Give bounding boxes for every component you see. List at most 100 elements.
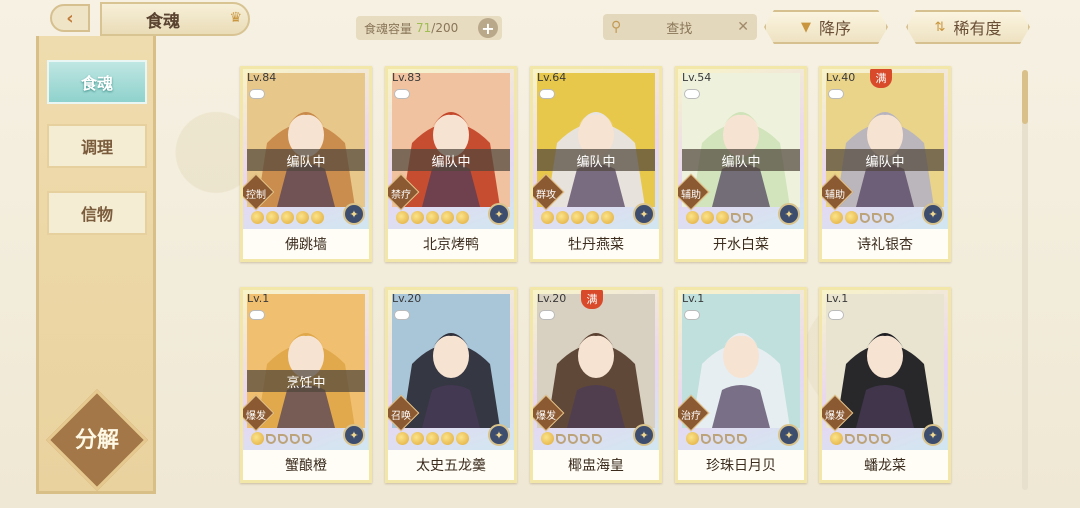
food-soul-card[interactable]: Lv.1 爆发 ✦ 蟠龙菜 [819, 287, 951, 483]
star-rating [541, 432, 602, 445]
status-label: 编队中 [537, 149, 655, 171]
chat-bubble-icon[interactable] [394, 310, 410, 320]
scrollbar[interactable] [1022, 70, 1028, 490]
rarity-medal-icon: ✦ [778, 203, 800, 225]
food-soul-card[interactable]: Lv.20 召唤 ✦ 太史五龙羹 [385, 287, 517, 483]
role-label: 爆发 [246, 411, 266, 422]
add-capacity-button[interactable]: + [478, 18, 498, 38]
star-icon [278, 434, 288, 444]
card-name: 诗礼银杏 [822, 229, 948, 259]
role-label: 群攻 [536, 190, 556, 201]
star-icon [860, 213, 870, 223]
role-label: 治疗 [681, 411, 701, 422]
star-rating [541, 211, 614, 224]
star-icon [441, 432, 454, 445]
search-input[interactable]: ⚲ 查找 ✕ [603, 14, 757, 40]
food-soul-card[interactable]: Lv.84 编队中 控制 ✦ 佛跳墙 [240, 66, 372, 262]
sort-rarity-button[interactable]: ⇅ 稀有度 [906, 10, 1030, 44]
star-icon [731, 213, 741, 223]
sidebar-tab-food-soul[interactable]: 食魂 [47, 60, 147, 104]
capacity-current: 71 [416, 21, 432, 35]
sidebar-tab-token[interactable]: 信物 [47, 191, 147, 235]
food-soul-card[interactable]: Lv.20 满爆发 ✦ 椰盅海皇 [530, 287, 662, 483]
star-icon [251, 211, 264, 224]
role-label: 爆发 [536, 411, 556, 422]
star-icon [541, 211, 554, 224]
star-icon [872, 213, 882, 223]
star-icon [426, 432, 439, 445]
page-title-text: 食魂 [146, 11, 180, 32]
card-name: 开水白菜 [678, 229, 804, 259]
back-button[interactable]: ‹ [50, 4, 90, 32]
level-text: Lv.1 [826, 292, 849, 305]
star-icon [686, 211, 699, 224]
triangle-down-icon: ▼ [800, 19, 811, 35]
sidebar: 食魂 调理 信物 分解 [36, 36, 156, 494]
sidebar-tab-label: 调理 [80, 138, 113, 157]
chat-bubble-icon[interactable] [249, 89, 265, 99]
food-soul-card[interactable]: Lv.54 编队中辅助 ✦ 开水白菜 [675, 66, 807, 262]
role-label: 辅助 [681, 190, 701, 201]
star-icon [541, 432, 554, 445]
food-soul-card[interactable]: Lv.64 编队中 群攻 ✦ 牡丹燕菜 [530, 66, 662, 262]
status-label: 编队中 [392, 149, 510, 171]
star-icon [568, 434, 578, 444]
card-name: 佛跳墙 [243, 229, 369, 259]
chat-bubble-icon[interactable] [828, 310, 844, 320]
card-name: 北京烤鸭 [388, 229, 514, 259]
rarity-medal-icon: ✦ [922, 203, 944, 225]
card-name: 牡丹燕菜 [533, 229, 659, 259]
star-icon [266, 211, 279, 224]
scroll-thumb[interactable] [1022, 70, 1028, 124]
status-label: 编队中 [826, 149, 944, 171]
food-soul-card[interactable]: Lv.1 烹饪中 爆发 ✦ 蟹酿橙 [240, 287, 372, 483]
sidebar-tab-conditioning[interactable]: 调理 [47, 124, 147, 168]
status-label: 烹饪中 [247, 370, 365, 392]
level-text: Lv.83 [392, 71, 422, 84]
food-soul-card[interactable]: Lv.40 满编队中 辅助 ✦ 诗礼银杏 [819, 66, 951, 262]
star-icon [881, 434, 891, 444]
search-placeholder[interactable]: 查找 [621, 18, 737, 37]
chat-bubble-icon[interactable] [249, 310, 265, 320]
star-icon [426, 211, 439, 224]
food-soul-card[interactable]: Lv.1 治疗 ✦ 珍珠日月贝 [675, 287, 807, 483]
clear-search-icon[interactable]: ✕ [737, 19, 749, 35]
chat-bubble-icon[interactable] [828, 89, 844, 99]
role-label: 控制 [246, 190, 266, 201]
star-icon [884, 213, 894, 223]
star-icon [556, 434, 566, 444]
capacity-total: /200 [431, 21, 459, 35]
star-icon [311, 211, 324, 224]
decompose-label[interactable]: 分解 [59, 422, 135, 454]
star-icon [737, 434, 747, 444]
star-icon [411, 211, 424, 224]
star-icon [266, 434, 276, 444]
star-icon [701, 211, 714, 224]
star-rating [396, 211, 469, 224]
sidebar-tab-label: 信物 [80, 205, 113, 224]
star-icon [571, 211, 584, 224]
star-icon [396, 432, 409, 445]
chat-bubble-icon[interactable] [684, 89, 700, 99]
level-text: Lv.54 [682, 71, 712, 84]
food-soul-card[interactable]: Lv.83 编队中 禁疗 ✦ 北京烤鸭 [385, 66, 517, 262]
star-icon [302, 434, 312, 444]
star-rating [686, 211, 753, 224]
chat-bubble-icon[interactable] [684, 310, 700, 320]
star-icon [296, 211, 309, 224]
star-icon [396, 211, 409, 224]
star-icon [869, 434, 879, 444]
star-icon [713, 434, 723, 444]
sort-desc-button[interactable]: ▼ 降序 [764, 10, 888, 44]
star-rating [830, 211, 894, 224]
rarity-medal-icon: ✦ [488, 203, 510, 225]
status-label: 编队中 [682, 149, 800, 171]
chat-bubble-icon[interactable] [394, 89, 410, 99]
chat-bubble-icon[interactable] [539, 310, 555, 320]
rarity-medal-icon: ✦ [343, 424, 365, 446]
chat-bubble-icon[interactable] [539, 89, 555, 99]
star-rating [251, 211, 324, 224]
max-badge: 满 [581, 290, 603, 309]
card-name: 珍珠日月贝 [678, 450, 804, 480]
card-name: 蟠龙菜 [822, 450, 948, 480]
